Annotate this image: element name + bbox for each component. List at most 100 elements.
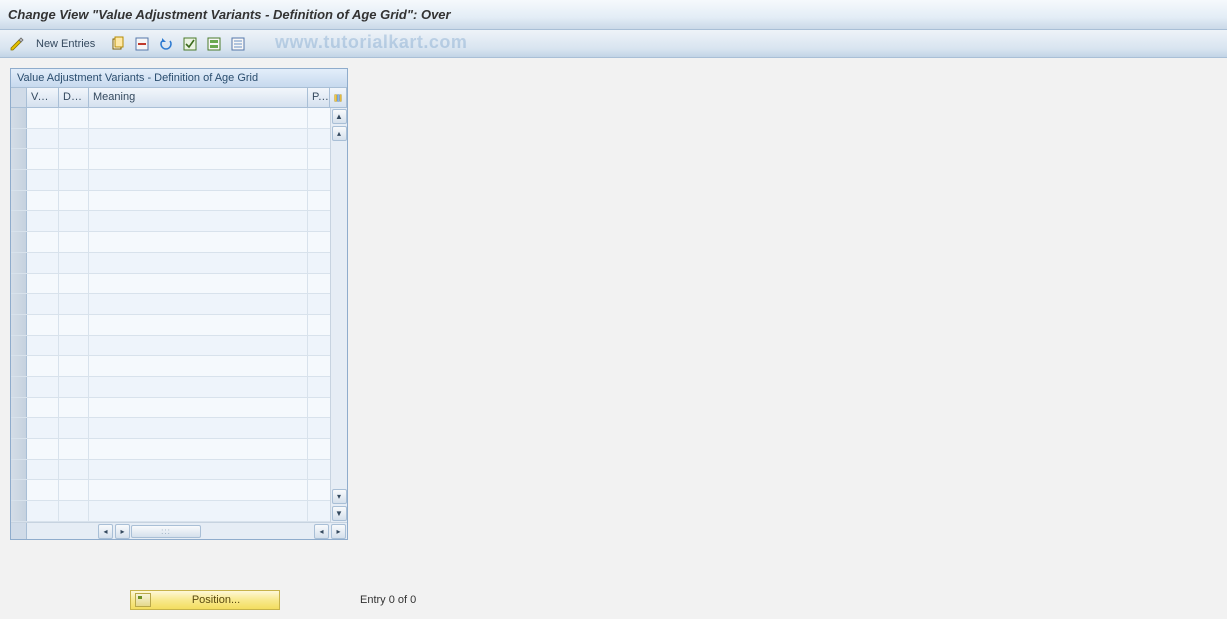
cell-p[interactable] <box>308 253 330 273</box>
hscroll-thumb[interactable]: ::: <box>131 525 201 538</box>
cell-p[interactable] <box>308 129 330 149</box>
cell-va[interactable] <box>27 418 59 438</box>
cell-da[interactable] <box>59 211 89 231</box>
cell-meaning[interactable] <box>89 501 308 521</box>
cell-va[interactable] <box>27 356 59 376</box>
table-row[interactable] <box>11 253 330 274</box>
cell-meaning[interactable] <box>89 211 308 231</box>
table-row[interactable] <box>11 336 330 357</box>
cell-meaning[interactable] <box>89 149 308 169</box>
cell-va[interactable] <box>27 191 59 211</box>
undo-change-icon[interactable] <box>155 34 177 54</box>
table-row[interactable] <box>11 315 330 336</box>
cell-p[interactable] <box>308 315 330 335</box>
vertical-scrollbar[interactable]: ▲ ▴ ▾ ▼ <box>330 108 347 522</box>
cell-meaning[interactable] <box>89 480 308 500</box>
cell-meaning[interactable] <box>89 232 308 252</box>
cell-meaning[interactable] <box>89 377 308 397</box>
cell-meaning[interactable] <box>89 439 308 459</box>
table-row[interactable] <box>11 191 330 212</box>
table-row[interactable] <box>11 211 330 232</box>
scroll-down-step-icon[interactable]: ▾ <box>332 489 347 504</box>
row-selector[interactable] <box>11 356 27 376</box>
table-row[interactable] <box>11 480 330 501</box>
cell-p[interactable] <box>308 377 330 397</box>
cell-va[interactable] <box>27 501 59 521</box>
configure-columns-icon[interactable] <box>330 88 347 107</box>
row-selector-header[interactable] <box>11 88 27 107</box>
table-row[interactable] <box>11 439 330 460</box>
cell-va[interactable] <box>27 108 59 128</box>
cell-da[interactable] <box>59 460 89 480</box>
cell-p[interactable] <box>308 108 330 128</box>
cell-va[interactable] <box>27 439 59 459</box>
cell-va[interactable] <box>27 274 59 294</box>
column-header-da[interactable]: Da... <box>59 88 89 107</box>
row-selector[interactable] <box>11 274 27 294</box>
cell-meaning[interactable] <box>89 108 308 128</box>
cell-p[interactable] <box>308 501 330 521</box>
cell-va[interactable] <box>27 170 59 190</box>
cell-p[interactable] <box>308 480 330 500</box>
cell-va[interactable] <box>27 377 59 397</box>
row-selector[interactable] <box>11 149 27 169</box>
cell-p[interactable] <box>308 274 330 294</box>
cell-da[interactable] <box>59 336 89 356</box>
cell-va[interactable] <box>27 398 59 418</box>
scroll-up-icon[interactable]: ▲ <box>332 109 347 124</box>
cell-va[interactable] <box>27 232 59 252</box>
cell-da[interactable] <box>59 501 89 521</box>
change-display-icon[interactable] <box>6 34 28 54</box>
cell-da[interactable] <box>59 170 89 190</box>
cell-da[interactable] <box>59 232 89 252</box>
cell-p[interactable] <box>308 439 330 459</box>
table-row[interactable] <box>11 232 330 253</box>
table-row[interactable] <box>11 170 330 191</box>
table-row[interactable] <box>11 377 330 398</box>
cell-p[interactable] <box>308 211 330 231</box>
cell-da[interactable] <box>59 315 89 335</box>
cell-va[interactable] <box>27 294 59 314</box>
table-row[interactable] <box>11 149 330 170</box>
table-row[interactable] <box>11 398 330 419</box>
cell-meaning[interactable] <box>89 336 308 356</box>
cell-da[interactable] <box>59 253 89 273</box>
row-selector[interactable] <box>11 232 27 252</box>
cell-da[interactable] <box>59 418 89 438</box>
row-selector[interactable] <box>11 398 27 418</box>
table-row[interactable] <box>11 129 330 150</box>
row-selector[interactable] <box>11 460 27 480</box>
select-all-icon[interactable] <box>179 34 201 54</box>
cell-da[interactable] <box>59 480 89 500</box>
cell-da[interactable] <box>59 149 89 169</box>
cell-va[interactable] <box>27 336 59 356</box>
row-selector[interactable] <box>11 253 27 273</box>
scroll-right-icon[interactable]: ◂ <box>314 524 329 539</box>
cell-meaning[interactable] <box>89 398 308 418</box>
row-selector[interactable] <box>11 211 27 231</box>
delete-icon[interactable] <box>131 34 153 54</box>
cell-meaning[interactable] <box>89 460 308 480</box>
cell-p[interactable] <box>308 232 330 252</box>
row-selector[interactable] <box>11 294 27 314</box>
cell-p[interactable] <box>308 336 330 356</box>
cell-meaning[interactable] <box>89 253 308 273</box>
cell-p[interactable] <box>308 149 330 169</box>
row-selector[interactable] <box>11 170 27 190</box>
row-selector[interactable] <box>11 315 27 335</box>
table-row[interactable] <box>11 108 330 129</box>
cell-p[interactable] <box>308 398 330 418</box>
copy-as-icon[interactable] <box>107 34 129 54</box>
cell-p[interactable] <box>308 418 330 438</box>
cell-da[interactable] <box>59 377 89 397</box>
scroll-right-end-icon[interactable]: ▸ <box>331 524 346 539</box>
row-selector[interactable] <box>11 439 27 459</box>
scroll-left-end-icon[interactable]: ◂ <box>98 524 113 539</box>
cell-da[interactable] <box>59 439 89 459</box>
cell-va[interactable] <box>27 129 59 149</box>
cell-meaning[interactable] <box>89 315 308 335</box>
cell-va[interactable] <box>27 460 59 480</box>
column-header-p[interactable]: P... <box>308 88 330 107</box>
cell-meaning[interactable] <box>89 294 308 314</box>
cell-meaning[interactable] <box>89 170 308 190</box>
